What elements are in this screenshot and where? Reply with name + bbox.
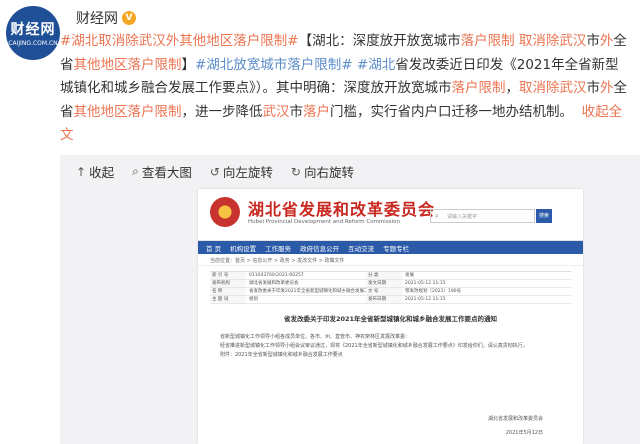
meta-value: 省发改委关于印发2021年全省新型城镇化和城乡融合发展工作要点的通知 — [249, 289, 366, 294]
embedded-screenshot[interactable]: 湖北省发展和改革委员会 Hubei Provincial Development… — [198, 189, 583, 444]
hashtag-link[interactable]: #湖北放宽城市落户限制# — [195, 57, 353, 73]
keyword-highlight: 落户限制 — [460, 33, 515, 49]
shot-document-title: 省发改委关于印发2021年全省新型城镇化和城乡融合发展工作要点的通知 — [283, 315, 498, 323]
shot-nav-item: 工作服务 — [265, 244, 292, 253]
media-panel: ↑ 收起 ⌕ 查看大图 ↺ 向左旋转 ↻ 向右旋转 湖北省发展和改革委员会 Hu… — [60, 155, 640, 444]
shot-meta-table: 索 引 号 011043760/2021-00257 分 类 发展 发布机构 湖… — [210, 271, 571, 304]
keyword-highlight: 取消除武汉 — [518, 33, 587, 49]
meta-value: 发展 — [405, 273, 414, 278]
shot-meta-row: 主 题 词 规划 发布日期 2021-05-12 11:15 — [210, 296, 571, 304]
post-text: #湖北取消除武汉外其他地区落户限制#【湖北：深度放开放宽城市落户限制 取消除武汉… — [60, 30, 632, 148]
shot-breadcrumb: 当前位置：首页 > 信息公开 > 政务 > 发改文件 > 政策文件 — [198, 254, 583, 266]
shot-header: 湖北省发展和改革委员会 Hubei Provincial Development… — [198, 189, 583, 241]
image-toolbar: ↑ 收起 ⌕ 查看大图 ↺ 向左旋转 ↻ 向右旋转 — [76, 162, 354, 181]
keyword-highlight: 取消除武汉 — [519, 80, 587, 96]
collapse-arrow-icon: ↑ — [76, 164, 87, 179]
text-segment: 【湖北：深度放开放宽城市 — [298, 33, 461, 49]
meta-key: 文 号 — [366, 288, 402, 295]
view-large-label: 查看大图 — [141, 165, 192, 180]
shot-meta-row: 索 引 号 011043760/2021-00257 分 类 发展 — [210, 272, 571, 280]
keyword-highlight: 落户限制 — [451, 80, 506, 96]
avatar-logo-subtext: CAIJING.COM.CN — [8, 40, 58, 47]
shot-paragraph: 经省推进新型城镇化工作领导小组会议审议通过，现将《2021年全省新型城镇化和城乡… — [220, 343, 528, 349]
text-segment — [573, 104, 582, 120]
keyword-highlight: 其他地区落户限制 — [73, 103, 182, 120]
shot-search-placeholder: 请输入关键字 — [447, 214, 478, 220]
shot-paragraph: 省新型城镇化工作领导小组各成员单位、各市、州、直管市、神农架林区发展改革委： — [220, 334, 411, 340]
hashtag-link[interactable]: #湖北 — [357, 57, 395, 73]
rotate-right-button[interactable]: ↻ 向右旋转 — [291, 162, 354, 181]
meta-key: 发文日期 — [366, 280, 402, 287]
shot-nav-item: 政府信息公开 — [300, 244, 340, 253]
keyword-highlight: 武汉 — [262, 103, 290, 120]
meta-value: 2021-05-12 11:15 — [405, 297, 446, 302]
rotate-left-label: 向左旋转 — [222, 165, 273, 180]
meta-value: 2021-05-12 11:15 — [405, 281, 446, 286]
author-name-label: 财经网 — [76, 11, 118, 27]
shot-meta-row: 名 称 省发改委关于印发2021年全省新型城镇化和城乡融合发展工作要点的通知 文… — [210, 288, 571, 296]
shot-nav-bar: 首 页 机构设置 工作服务 政府信息公开 互动交流 专题专栏 — [198, 241, 583, 254]
meta-key: 名 称 — [210, 288, 246, 295]
text-segment: ，进一步降低 — [181, 103, 263, 120]
meta-value: 鄂发改规划〔2021〕190号 — [405, 289, 462, 294]
shot-search-button: 搜索 — [536, 209, 552, 223]
shot-paragraph: 附件：2021年全省新型城镇化和城乡融合发展工作要点 — [220, 352, 343, 358]
text-segment: 市 — [586, 33, 600, 49]
keyword-highlight: 落户 — [303, 103, 330, 120]
shot-nav-item: 首 页 — [206, 244, 222, 253]
magnifier-icon: ⌕ — [132, 164, 139, 178]
view-large-button[interactable]: ⌕ 查看大图 — [132, 162, 192, 181]
shot-signature-org: 湖北省发展和改革委员会 — [487, 416, 543, 422]
shot-site-subtitle: Hubei Provincial Development and Reform … — [248, 219, 400, 225]
shot-nav-item: 互动交流 — [348, 244, 375, 253]
keyword-highlight: 外 — [600, 80, 614, 96]
text-segment: 市 — [586, 80, 601, 96]
avatar-logo-text: 财经网 — [10, 22, 56, 38]
rotate-right-label: 向右旋转 — [303, 165, 354, 180]
meta-key: 分 类 — [366, 272, 402, 279]
shot-search-input: ⌕ 请输入关键字 — [430, 209, 535, 223]
rotate-left-button[interactable]: ↺ 向左旋转 — [210, 162, 273, 181]
text-segment: 门槛，实行省内户口迁移一地办结机制。 — [330, 103, 573, 120]
shot-nav-item: 专题专栏 — [383, 244, 410, 253]
meta-key: 发布机构 — [210, 280, 246, 287]
shot-signature-date: 2021年5月12日 — [505, 430, 543, 436]
keyword-highlight: 外 — [599, 33, 614, 49]
search-icon: ⌕ — [435, 212, 439, 220]
national-emblem-icon — [210, 197, 240, 227]
rotate-right-icon: ↻ — [290, 164, 301, 179]
text-segment: ， — [505, 80, 520, 96]
collapse-label: 收起 — [89, 165, 115, 180]
meta-value: 规划 — [249, 297, 258, 302]
text-segment: 】 — [181, 56, 196, 73]
meta-value: 湖北省发展和改革委员会 — [249, 281, 299, 286]
text-segment: 市 — [289, 103, 304, 120]
shot-meta-row: 发布机构 湖北省发展和改革委员会 发文日期 2021-05-12 11:15 — [210, 280, 571, 288]
author-name[interactable]: 财经网 V — [76, 8, 136, 28]
meta-key: 主 题 词 — [210, 296, 246, 303]
shot-nav-item: 机构设置 — [230, 244, 257, 253]
shot-site-title: 湖北省发展和改革委员会 — [248, 200, 436, 219]
meta-value: 011043760/2021-00257 — [249, 273, 304, 278]
hashtag-link[interactable]: #湖北取消除武汉外其他地区落户限制# — [60, 33, 299, 49]
collapse-button[interactable]: ↑ 收起 — [76, 162, 114, 181]
avatar[interactable]: 财经网 CAIJING.COM.CN — [6, 6, 60, 60]
verified-badge-icon: V — [122, 11, 136, 25]
meta-key: 索 引 号 — [210, 272, 246, 279]
meta-key: 发布日期 — [366, 296, 402, 303]
rotate-left-icon: ↺ — [209, 164, 220, 179]
keyword-highlight: 其他地区落户限制 — [73, 56, 182, 73]
